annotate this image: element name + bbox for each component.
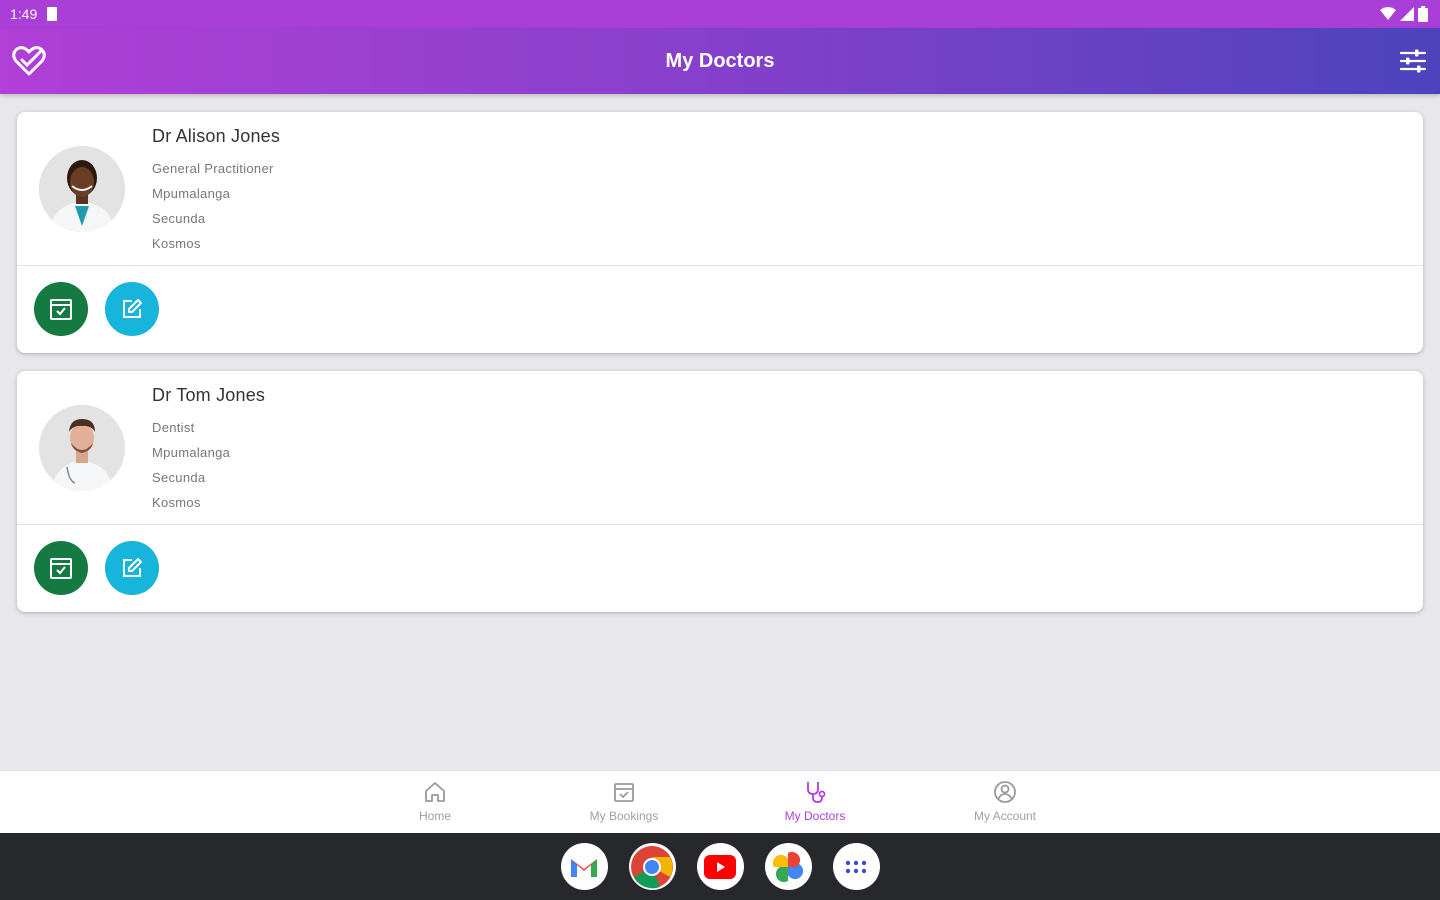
book-appointment-button[interactable] (34, 282, 88, 336)
nav-my-doctors[interactable]: My Doctors (755, 779, 875, 823)
bottom-navigation: Home My Bookings My Doctors My Account (0, 770, 1440, 833)
calendar-icon (614, 783, 634, 802)
edit-icon (123, 558, 142, 577)
edit-doctor-button[interactable] (105, 282, 159, 336)
doctor-city: Secunda (152, 470, 206, 485)
doctor-details: Dr Tom Jones Dentist Mpumalanga Secunda … (152, 385, 265, 515)
photos-icon[interactable] (764, 843, 812, 890)
gmail-icon[interactable] (560, 843, 608, 890)
cell-signal-icon (1400, 7, 1414, 21)
nav-my-account-label: My Account (973, 809, 1037, 823)
doctor-card[interactable]: Dr Tom Jones Dentist Mpumalanga Secunda … (17, 371, 1423, 612)
nav-my-account[interactable]: My Account (945, 779, 1065, 823)
doctor-card-actions (17, 525, 1423, 611)
edit-icon (123, 299, 142, 318)
doctor-avatar (39, 405, 125, 491)
status-time: 1:49 (10, 6, 38, 22)
app-drawer-icon[interactable] (832, 843, 880, 890)
app-bar: My Doctors (0, 28, 1440, 94)
status-left: 1:49 (10, 6, 58, 22)
chrome-icon[interactable] (628, 843, 676, 890)
heart-check-icon (12, 46, 46, 76)
doctor-card[interactable]: Dr Alison Jones General Practitioner Mpu… (17, 112, 1423, 353)
doctor-suburb: Kosmos (152, 236, 201, 251)
doctor-suburb: Kosmos (152, 495, 201, 510)
book-appointment-button[interactable] (34, 541, 88, 595)
doctor-name: Dr Tom Jones (152, 385, 266, 405)
doctor-province: Mpumalanga (152, 186, 231, 201)
sliders-icon[interactable] (1398, 46, 1428, 76)
doctor-specialty: General Practitioner (152, 161, 274, 176)
doctor-male-avatar (39, 405, 125, 491)
calendar-check-icon (50, 299, 72, 320)
sim-card-icon (47, 7, 58, 21)
doctor-female-avatar (39, 146, 125, 232)
doctor-card-info[interactable]: Dr Tom Jones Dentist Mpumalanga Secunda … (17, 371, 1423, 525)
account-icon (994, 781, 1016, 803)
nav-my-bookings[interactable]: My Bookings (564, 779, 684, 823)
wifi-icon (1380, 7, 1396, 20)
status-bar: 1:49 (0, 0, 1440, 28)
doctor-card-actions (17, 266, 1423, 352)
page-title: My Doctors (665, 49, 775, 72)
nav-home[interactable]: Home (375, 779, 495, 823)
system-dock (0, 833, 1440, 900)
status-right (1380, 6, 1428, 22)
doctor-province: Mpumalanga (152, 445, 231, 460)
doctor-details: Dr Alison Jones General Practitioner Mpu… (152, 126, 280, 256)
nav-my-doctors-label: My Doctors (784, 809, 846, 823)
battery-icon (1418, 6, 1428, 22)
stethoscope-icon (807, 782, 826, 803)
doctor-card-info[interactable]: Dr Alison Jones General Practitioner Mpu… (17, 112, 1423, 266)
doctor-city: Secunda (152, 211, 206, 226)
doctor-avatar (39, 146, 125, 232)
calendar-check-icon (50, 558, 72, 579)
edit-doctor-button[interactable] (105, 541, 159, 595)
doctor-name: Dr Alison Jones (152, 126, 281, 146)
youtube-icon[interactable] (696, 843, 744, 890)
home-icon (425, 782, 445, 802)
doctor-specialty: Dentist (152, 420, 195, 435)
nav-home-label: Home (418, 809, 451, 823)
nav-my-bookings-label: My Bookings (589, 809, 659, 823)
